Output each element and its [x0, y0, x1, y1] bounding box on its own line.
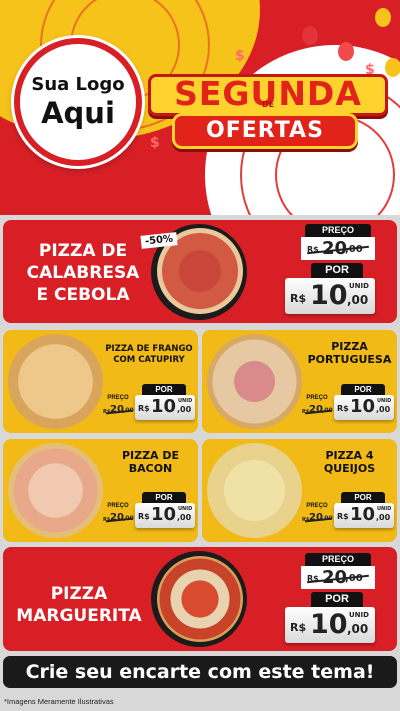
new-price: R$ 10 UNID ,00 — [135, 395, 195, 420]
old-price: R$ 20 ,00 — [301, 237, 375, 260]
por-label: POR — [341, 492, 385, 503]
offer-card-frango[interactable]: PIZZA DE FRANGO COM CATUPIRY POR PREÇO R… — [3, 330, 198, 433]
old-price: R$ 20 ,00 — [302, 404, 334, 418]
new-value: 10 — [350, 396, 376, 417]
new-price: R$ 10 UNID ,00 — [285, 278, 375, 314]
pizza-bacon-image — [8, 443, 103, 538]
offer-name: PIZZA DE BACON — [103, 449, 198, 475]
offer-card-bacon[interactable]: PIZZA DE BACON POR PREÇO R$ 20 ,00 R$ 10… — [3, 439, 198, 542]
balloon-icon — [60, 8, 76, 27]
new-currency: R$ — [290, 621, 307, 634]
por-label: POR — [311, 263, 363, 278]
balloon-icon — [338, 42, 354, 61]
por-label: POR — [142, 492, 186, 503]
offer-name-line: MARGUERITA — [16, 606, 142, 626]
offer-name-line: PIZZA — [50, 584, 108, 604]
unit-label: UNID — [178, 398, 193, 404]
new-cents: ,00 — [376, 405, 391, 414]
new-cents: ,00 — [177, 513, 192, 522]
offer-name-line: PORTUGUESA — [307, 353, 392, 366]
preco-label: PREÇO — [305, 224, 371, 237]
preco-label: PREÇO — [107, 503, 129, 509]
balloon-icon — [302, 26, 318, 45]
unit-label: UNID — [349, 282, 369, 290]
offer-name: PIZZA 4 QUEIJOS — [302, 449, 397, 475]
old-price: R$ 20 ,00 — [103, 404, 135, 418]
header-banner: $ $ $ Sua Logo Aqui SEGUNDA DE OFERTAS — [0, 0, 400, 215]
unit-label: UNID — [178, 506, 193, 512]
new-price: R$ 10 UNID ,00 — [334, 503, 394, 528]
preco-label: PREÇO — [305, 553, 371, 566]
pizza-4-queijos-image — [207, 443, 302, 538]
new-value: 10 — [310, 609, 348, 640]
new-cents: ,00 — [376, 513, 391, 522]
new-value: 10 — [350, 504, 376, 525]
new-currency: R$ — [290, 292, 307, 305]
new-price: R$ 10 UNID ,00 — [135, 503, 195, 528]
new-value: 10 — [310, 280, 348, 311]
logo-line-2: Aqui — [41, 96, 115, 130]
unit-label: UNID — [349, 611, 369, 619]
new-value: 10 — [151, 396, 177, 417]
old-price: R$ 20 ,00 — [302, 512, 334, 526]
new-currency: R$ — [337, 512, 349, 521]
offer-name-line: PIZZA DE FRANGO — [105, 344, 193, 354]
old-price: R$ 20 ,00 — [103, 512, 135, 526]
logo-line-1: Sua Logo — [31, 74, 125, 95]
unit-label: UNID — [377, 398, 392, 404]
offer-name: PIZZA PORTUGUESA — [302, 340, 397, 366]
dollar-icon: $ — [235, 48, 245, 64]
offer-name-line: COM CATUPIRY — [113, 355, 185, 365]
offer-name-line: PIZZA DE — [121, 449, 180, 462]
campaign-de: DE — [261, 100, 275, 109]
offer-name-line: PIZZA 4 — [325, 449, 374, 462]
balloon-icon — [385, 58, 400, 77]
offer-name-line: BACON — [128, 462, 173, 475]
por-label: POR — [142, 384, 186, 395]
preco-label: PREÇO — [306, 395, 328, 401]
new-price: R$ 10 UNID ,00 — [285, 607, 375, 643]
por-label: POR — [341, 384, 385, 395]
logo-placeholder: Sua Logo Aqui — [14, 38, 142, 166]
new-cents: ,00 — [177, 405, 192, 414]
balloon-icon — [230, 10, 246, 29]
pizza-frango-image — [8, 334, 103, 429]
offer-card-calabresa[interactable]: PIZZA DE CALABRESA E CEBOLA -50% PREÇO R… — [3, 220, 397, 323]
pizza-marguerita-image — [157, 556, 243, 642]
dollar-icon: $ — [150, 135, 160, 151]
offer-card-portuguesa[interactable]: PIZZA PORTUGUESA POR PREÇO R$ 20 ,00 R$ … — [202, 330, 397, 433]
pizza-portuguesa-image — [207, 334, 302, 429]
campaign-title: SEGUNDA — [174, 74, 362, 113]
new-price: R$ 10 UNID ,00 — [334, 395, 394, 420]
offer-name: PIZZA DE FRANGO COM CATUPIRY — [99, 344, 198, 366]
por-label: POR — [311, 592, 363, 607]
offer-name-line: QUEIJOS — [323, 462, 376, 475]
campaign-subtitle: OFERTAS — [172, 113, 358, 149]
new-currency: R$ — [138, 404, 150, 413]
offer-name-line: PIZZA DE — [38, 241, 128, 261]
old-price: R$ 20 ,00 — [301, 566, 375, 589]
preco-label: PREÇO — [306, 503, 328, 509]
new-currency: R$ — [138, 512, 150, 521]
preco-label: PREÇO — [107, 395, 129, 401]
unit-label: UNID — [377, 506, 392, 512]
offer-card-marguerita[interactable]: PIZZA MARGUERITA PREÇO R$ 20 ,00 POR R$ … — [3, 547, 397, 651]
new-cents: ,00 — [347, 293, 369, 307]
offer-card-4-queijos[interactable]: PIZZA 4 QUEIJOS POR PREÇO R$ 20 ,00 R$ 1… — [202, 439, 397, 542]
offer-name-line: PIZZA — [331, 340, 368, 353]
balloon-icon — [375, 8, 391, 27]
new-currency: R$ — [337, 404, 349, 413]
offer-name: PIZZA DE CALABRESA E CEBOLA — [9, 240, 157, 306]
offer-name: PIZZA MARGUERITA — [9, 583, 149, 627]
disclaimer: *Imagens Meramente Ilustrativas — [4, 697, 114, 706]
new-value: 10 — [151, 504, 177, 525]
cta-banner[interactable]: Crie seu encarte com este tema! — [3, 656, 397, 688]
offer-name-line: E CEBOLA — [36, 285, 130, 305]
offer-name-line: CALABRESA — [26, 263, 140, 283]
new-cents: ,00 — [347, 622, 369, 636]
